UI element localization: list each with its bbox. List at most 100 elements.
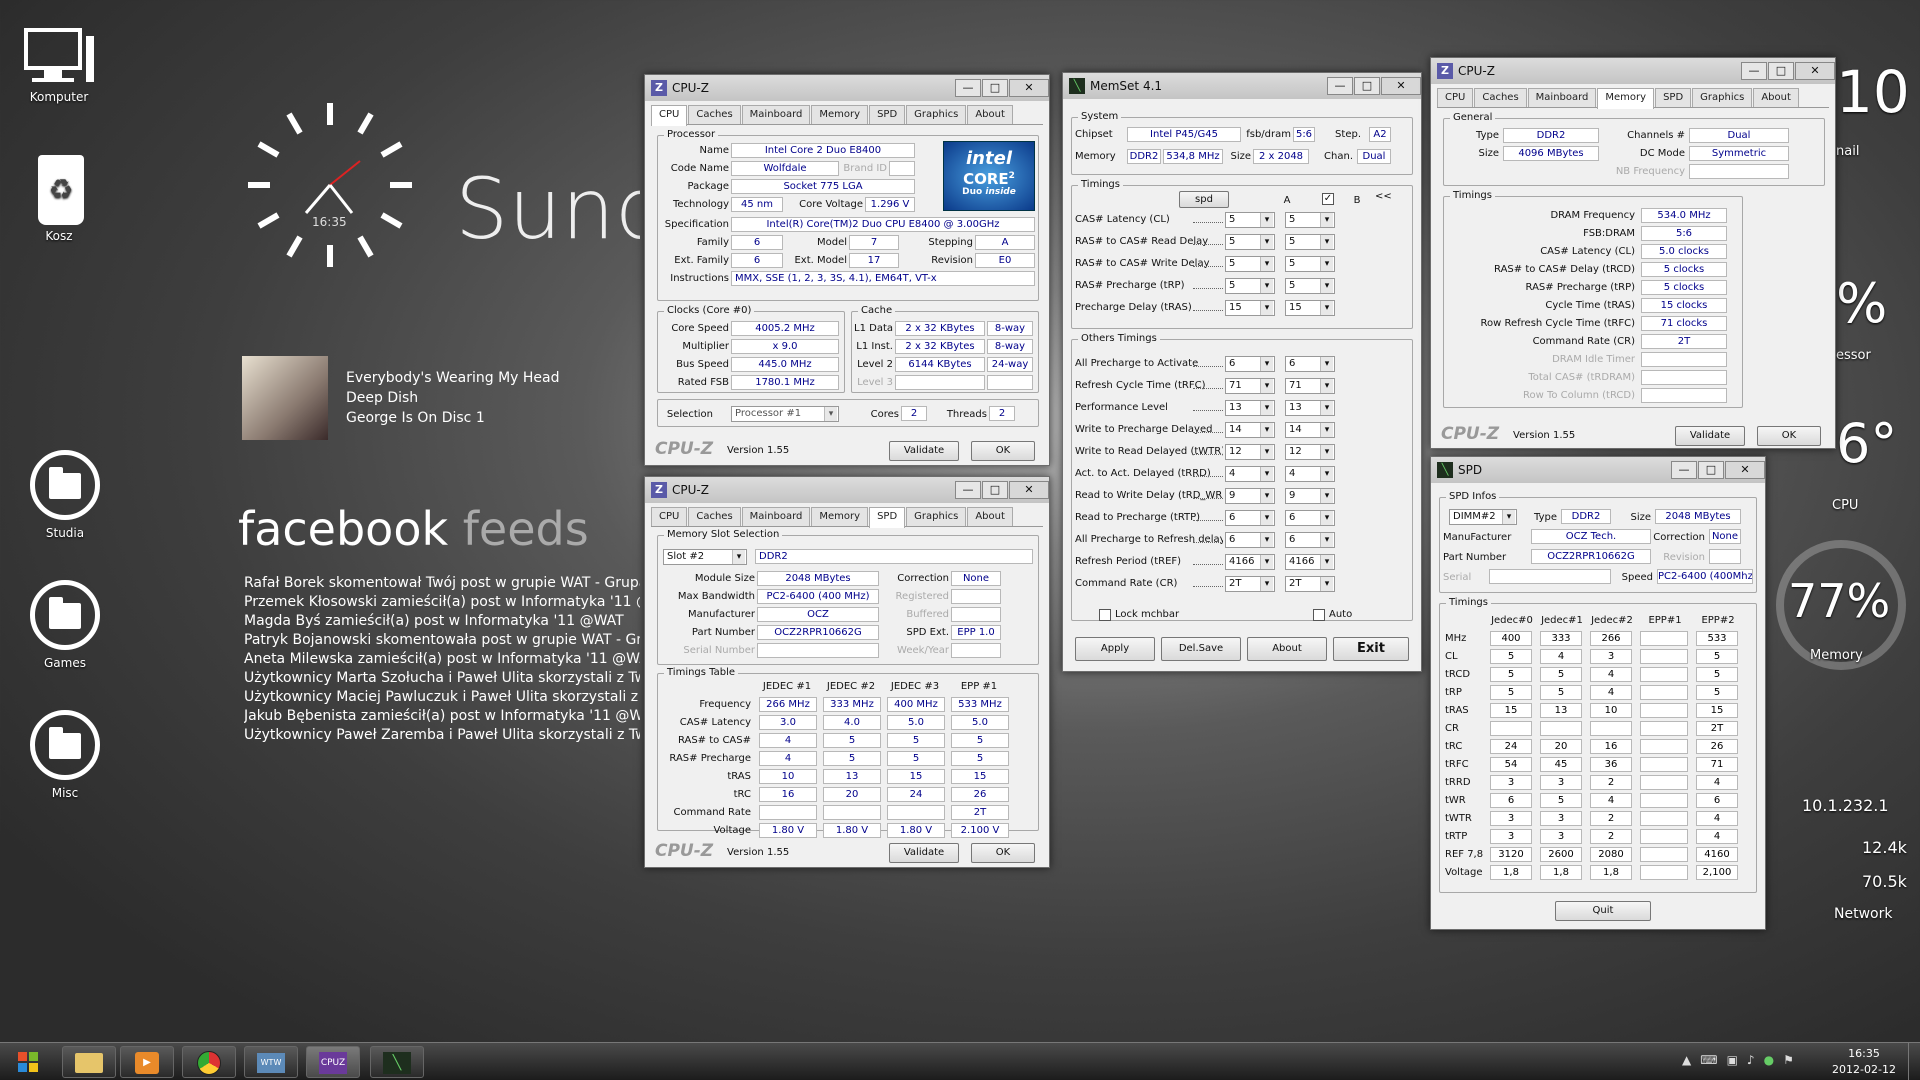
timing-a-select[interactable]: 5 [1225, 256, 1275, 272]
taskbar-wtw[interactable]: WTW [244, 1046, 298, 1078]
timing-a-select[interactable]: 9 [1225, 488, 1275, 504]
timing-b-select[interactable]: 15 [1285, 300, 1335, 316]
album-cover[interactable] [242, 356, 328, 440]
cpuz-spd-window[interactable]: Z CPU-Z — □ ✕ CPU Caches Mainboard Memory … [644, 476, 1050, 868]
feed-item[interactable]: Aneta Milewska zamieścił(a) post w Infor… [244, 650, 640, 669]
timing-a-select[interactable]: 6 [1225, 356, 1275, 372]
timing-a-select[interactable]: 14 [1225, 422, 1275, 438]
tab-graphics[interactable]: Graphics [906, 507, 967, 526]
feed-item[interactable]: Magda Byś zamieścił(a) post w Informatyk… [244, 612, 640, 631]
minimize-button[interactable]: — [1741, 62, 1767, 80]
tab-mainboard[interactable]: Mainboard [1527, 88, 1597, 107]
title-bar[interactable]: ╲ MemSet 4.1 — □ ✕ [1063, 73, 1421, 99]
timing-a-select[interactable]: 6 [1225, 532, 1275, 548]
taskbar-memset[interactable]: ╲ [370, 1046, 424, 1078]
taskbar-clock[interactable]: 16:35 2012-02-12 [1826, 1046, 1902, 1078]
taskbar-media-player[interactable]: ▶ [120, 1046, 174, 1078]
desktop-icon-games[interactable]: Games [10, 580, 120, 670]
tab-spd[interactable]: SPD [1655, 88, 1692, 107]
feed-item[interactable]: Patryk Bojanowski skomentowała post w gr… [244, 631, 640, 650]
maximize-button[interactable]: □ [1354, 77, 1380, 95]
timing-b-select[interactable]: 6 [1285, 356, 1335, 372]
exit-button[interactable]: Exit [1333, 637, 1409, 661]
timing-a-select[interactable]: 13 [1225, 400, 1275, 416]
timing-a-select[interactable]: 5 [1225, 234, 1275, 250]
tab-cpu[interactable]: CPU [651, 507, 688, 526]
timing-b-select[interactable]: 2T [1285, 576, 1335, 592]
validate-button[interactable]: Validate [889, 441, 959, 461]
title-bar[interactable]: ╲ SPD — □ ✕ [1431, 457, 1765, 483]
timing-a-select[interactable]: 15 [1225, 300, 1275, 316]
tab-memory[interactable]: Memory [811, 507, 869, 526]
tab-memory[interactable]: Memory [1597, 88, 1655, 109]
tab-spd[interactable]: SPD [869, 507, 906, 528]
maximize-button[interactable]: □ [1698, 461, 1724, 479]
sync-checkbox[interactable]: ✓ [1322, 193, 1334, 205]
close-button[interactable]: ✕ [1009, 79, 1049, 97]
tab-cpu[interactable]: CPU [651, 105, 688, 126]
tab-memory[interactable]: Memory [811, 105, 869, 124]
tray-network-icon[interactable]: ▣ [1727, 1053, 1747, 1067]
validate-button[interactable]: Validate [889, 843, 959, 863]
cpuz-memory-window[interactable]: Z CPU-Z — □ ✕ CPU Caches Mainboard Memory … [1430, 57, 1836, 449]
timing-a-select[interactable]: 6 [1225, 510, 1275, 526]
close-button[interactable]: ✕ [1009, 481, 1049, 499]
about-button[interactable]: About [1247, 637, 1327, 661]
ok-button[interactable]: OK [971, 441, 1035, 461]
maximize-button[interactable]: □ [982, 79, 1008, 97]
cpuz-cpu-window[interactable]: Z CPU-Z — □ ✕ CPU Caches Mainboard Memory … [644, 74, 1050, 466]
tab-cpu[interactable]: CPU [1437, 88, 1474, 107]
tray-arrow-icon[interactable]: ▲ [1682, 1053, 1700, 1067]
timing-b-select[interactable]: 5 [1285, 212, 1335, 228]
feed-item[interactable]: Użytkownicy Marta Szołucha i Paweł Ulita… [244, 669, 640, 688]
tab-caches[interactable]: Caches [688, 105, 741, 124]
memset-window[interactable]: ╲ MemSet 4.1 — □ ✕ System Chipset Intel P4… [1062, 72, 1422, 672]
dimm-select[interactable]: DIMM#2 [1449, 509, 1517, 525]
minimize-button[interactable]: — [955, 481, 981, 499]
timing-b-select[interactable]: 5 [1285, 256, 1335, 272]
feed-item[interactable]: Przemek Kłosowski zamieścił(a) post w In… [244, 593, 640, 612]
timing-b-select[interactable]: 14 [1285, 422, 1335, 438]
tray-keyboard-icon[interactable]: ⌨ [1700, 1053, 1726, 1067]
timing-a-select[interactable]: 12 [1225, 444, 1275, 460]
tab-mainboard[interactable]: Mainboard [741, 507, 811, 526]
timing-a-select[interactable]: 2T [1225, 576, 1275, 592]
tab-mainboard[interactable]: Mainboard [741, 105, 811, 124]
timing-b-select[interactable]: 9 [1285, 488, 1335, 504]
tray-volume-icon[interactable]: ♪ [1747, 1053, 1764, 1067]
timing-a-select[interactable]: 5 [1225, 212, 1275, 228]
timing-b-select[interactable]: 6 [1285, 532, 1335, 548]
slot-select[interactable]: Slot #2 [663, 549, 747, 565]
minimize-button[interactable]: — [1671, 461, 1697, 479]
del-save-button[interactable]: Del.Save [1161, 637, 1241, 661]
timing-b-select[interactable]: 5 [1285, 234, 1335, 250]
feed-item[interactable]: Rafał Borek skomentował Twój post w grup… [244, 574, 640, 593]
minimize-button[interactable]: — [955, 79, 981, 97]
ok-button[interactable]: OK [971, 843, 1035, 863]
timing-b-select[interactable]: 5 [1285, 278, 1335, 294]
tray-status-icon[interactable]: ● [1764, 1053, 1783, 1067]
desktop-icon-studia[interactable]: Studia [10, 450, 120, 540]
collapse-button[interactable]: << [1375, 191, 1392, 202]
feed-item[interactable]: Użytkownicy Paweł Zaremba i Paweł Ulita … [244, 726, 640, 745]
tab-caches[interactable]: Caches [1474, 88, 1527, 107]
timing-b-select[interactable]: 6 [1285, 510, 1335, 526]
ok-button[interactable]: OK [1757, 426, 1821, 446]
desktop-icon-kosz[interactable]: ♻ Kosz [4, 145, 114, 243]
show-desktop-button[interactable] [1908, 1043, 1920, 1080]
minimize-button[interactable]: — [1327, 77, 1353, 95]
maximize-button[interactable]: □ [1768, 62, 1794, 80]
feed-item[interactable]: Jakub Bębenista zamieścił(a) post w Info… [244, 707, 640, 726]
tab-about[interactable]: About [967, 507, 1013, 526]
start-button[interactable] [8, 1046, 48, 1078]
tab-about[interactable]: About [967, 105, 1013, 124]
lock-mchbar-checkbox[interactable] [1099, 609, 1111, 621]
title-bar[interactable]: Z CPU-Z — □ ✕ [645, 477, 1049, 503]
desktop-icon-misc[interactable]: Misc [10, 710, 120, 800]
timing-a-select[interactable]: 4166 [1225, 554, 1275, 570]
spd-button[interactable]: spd [1179, 191, 1229, 208]
title-bar[interactable]: Z CPU-Z — □ ✕ [645, 75, 1049, 101]
taskbar-chrome[interactable] [182, 1046, 236, 1078]
taskbar-explorer[interactable] [62, 1046, 116, 1078]
timing-a-select[interactable]: 5 [1225, 278, 1275, 294]
